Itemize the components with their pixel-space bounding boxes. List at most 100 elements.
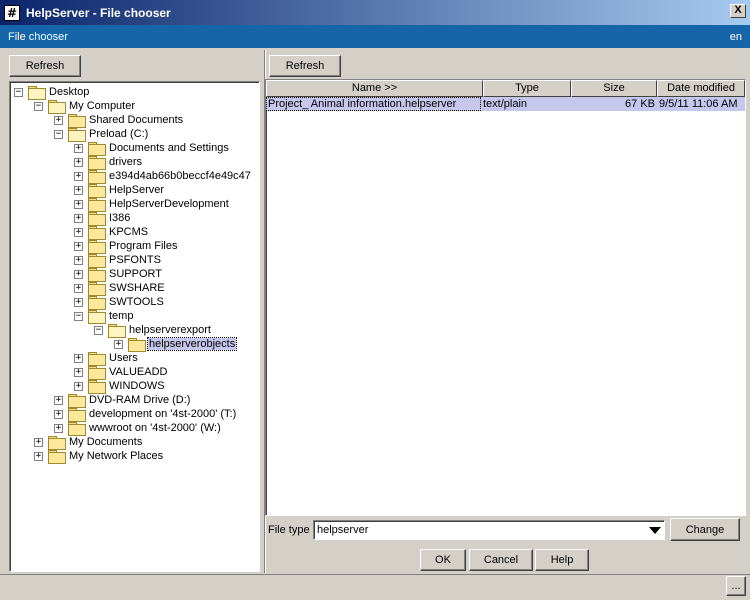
tree-item[interactable]: + HelpServerDevelopment <box>74 197 230 212</box>
tree-item-label[interactable]: e394d4ab66b0beccf4e49c47 <box>108 170 252 182</box>
expand-icon[interactable]: + <box>74 269 83 279</box>
tree-item-label[interactable]: KPCMS <box>108 226 149 238</box>
tree-item[interactable]: + wwwroot on '4st-2000' (W:) <box>54 421 222 436</box>
tree-item-label[interactable]: Shared Documents <box>88 114 184 126</box>
tree-item[interactable]: + WINDOWS <box>74 379 166 394</box>
tree-item[interactable]: + HelpServer <box>74 183 165 198</box>
tree-item-label[interactable]: Program Files <box>108 240 178 252</box>
expand-icon[interactable]: + <box>114 339 123 349</box>
expand-icon[interactable]: + <box>74 213 83 223</box>
file-list[interactable] <box>265 79 746 516</box>
more-button[interactable]: ... <box>726 576 746 596</box>
tree-item-label[interactable]: WINDOWS <box>108 380 166 392</box>
tree-item-label[interactable]: Preload (C:) <box>88 128 149 140</box>
expand-icon[interactable]: + <box>34 451 43 461</box>
collapse-icon[interactable]: − <box>94 325 103 335</box>
tree-item-label[interactable]: HelpServer <box>108 184 165 196</box>
expand-icon[interactable]: + <box>74 157 83 167</box>
file-size-cell[interactable]: 67 KB <box>571 97 657 111</box>
tree-item-label[interactable]: My Network Places <box>68 450 164 462</box>
tree-item[interactable]: − Desktop <box>14 85 90 100</box>
column-header-type[interactable]: Type <box>483 80 571 97</box>
tree-item-label[interactable]: SWSHARE <box>108 282 166 294</box>
tree-item[interactable]: + Documents and Settings <box>74 141 230 156</box>
tree-item-label[interactable]: My Documents <box>68 436 143 448</box>
tree-item[interactable]: + e394d4ab66b0beccf4e49c47 <box>74 169 252 184</box>
tree-item-label[interactable]: I386 <box>108 212 131 224</box>
expand-icon[interactable]: + <box>74 283 83 293</box>
tree-item[interactable]: − helpserverexport <box>94 323 212 338</box>
tree-item[interactable]: + DVD-RAM Drive (D:) <box>54 393 191 408</box>
tree-item[interactable]: + PSFONTS <box>74 253 162 268</box>
ok-button[interactable]: OK <box>420 549 466 571</box>
tree-item[interactable]: + I386 <box>74 211 131 226</box>
column-header-name[interactable]: Name >> <box>266 80 483 97</box>
change-button[interactable]: Change <box>670 518 740 541</box>
expand-icon[interactable]: + <box>54 423 63 433</box>
tree-item[interactable]: − Preload (C:) <box>54 127 149 142</box>
file-date-cell[interactable]: 9/5/11 11:06 AM <box>657 97 745 111</box>
expand-icon[interactable]: + <box>34 437 43 447</box>
tree-item-label[interactable]: temp <box>108 310 134 322</box>
collapse-icon[interactable]: − <box>74 311 83 321</box>
close-button[interactable]: X <box>730 4 746 18</box>
tree-item[interactable]: + SWSHARE <box>74 281 166 296</box>
dropdown-arrow-icon[interactable] <box>649 527 661 534</box>
tree-item-label[interactable]: development on '4st-2000' (T:) <box>88 408 237 420</box>
tree-item-label[interactable]: PSFONTS <box>108 254 162 266</box>
tree-item[interactable]: + development on '4st-2000' (T:) <box>54 407 237 422</box>
tree-item-label[interactable]: SUPPORT <box>108 268 163 280</box>
collapse-icon[interactable]: − <box>34 101 43 111</box>
tree-item[interactable]: + helpserverobjects <box>114 337 238 352</box>
tree-item[interactable]: + KPCMS <box>74 225 149 240</box>
expand-icon[interactable]: + <box>74 381 83 391</box>
tree-item[interactable]: − My Computer <box>34 99 136 114</box>
file-type-cell[interactable]: text/plain <box>481 97 571 111</box>
expand-icon[interactable]: + <box>54 115 63 125</box>
file-list-refresh-button[interactable]: Refresh <box>269 55 341 77</box>
expand-icon[interactable]: + <box>74 255 83 265</box>
tree-item[interactable]: + VALUEADD <box>74 365 168 380</box>
tree-item-label[interactable]: wwwroot on '4st-2000' (W:) <box>88 422 222 434</box>
expand-icon[interactable]: + <box>74 199 83 209</box>
tree-item-label[interactable]: Documents and Settings <box>108 142 230 154</box>
tree-item-label[interactable]: HelpServerDevelopment <box>108 198 230 210</box>
tree-item[interactable]: + My Documents <box>34 435 143 450</box>
expand-icon[interactable]: + <box>74 241 83 251</box>
tree-item[interactable]: + Users <box>74 351 139 366</box>
expand-icon[interactable]: + <box>74 367 83 377</box>
expand-icon[interactable]: + <box>74 171 83 181</box>
expand-icon[interactable]: + <box>74 185 83 195</box>
tree-item[interactable]: + Program Files <box>74 239 178 254</box>
tree-item[interactable]: + drivers <box>74 155 143 170</box>
tree-item-label[interactable]: My Computer <box>68 100 136 112</box>
tree-item-label[interactable]: helpserverexport <box>128 324 212 336</box>
tree-item[interactable]: + My Network Places <box>34 449 164 464</box>
tree-refresh-button[interactable]: Refresh <box>9 55 81 77</box>
expand-icon[interactable]: + <box>54 409 63 419</box>
collapse-icon[interactable]: − <box>54 129 63 139</box>
file-name-cell[interactable]: Project_ Animal information.helpserver <box>266 97 481 111</box>
tree-item-label[interactable]: helpserverobjects <box>146 337 238 351</box>
help-button[interactable]: Help <box>535 549 589 571</box>
tree-item[interactable]: + Shared Documents <box>54 113 184 128</box>
tree-item[interactable]: + SWTOOLS <box>74 295 165 310</box>
expand-icon[interactable]: + <box>74 353 83 363</box>
expand-icon[interactable]: + <box>74 143 83 153</box>
expand-icon[interactable]: + <box>54 395 63 405</box>
expand-icon[interactable]: + <box>74 297 83 307</box>
file-type-select[interactable]: helpserver <box>313 520 665 540</box>
tree-item-label[interactable]: drivers <box>108 156 143 168</box>
cancel-button[interactable]: Cancel <box>469 549 533 571</box>
collapse-icon[interactable]: − <box>14 87 23 97</box>
locale-label[interactable]: en <box>730 31 742 43</box>
tree-item-label[interactable]: DVD-RAM Drive (D:) <box>88 394 191 406</box>
column-header-date[interactable]: Date modified <box>657 80 745 97</box>
tree-item[interactable]: − temp <box>74 309 134 324</box>
tree-item[interactable]: + SUPPORT <box>74 267 163 282</box>
tree-item-label[interactable]: SWTOOLS <box>108 296 165 308</box>
expand-icon[interactable]: + <box>74 227 83 237</box>
tree-item-label[interactable]: Desktop <box>48 86 90 98</box>
column-header-size[interactable]: Size <box>571 80 657 97</box>
tree-item-label[interactable]: Users <box>108 352 139 364</box>
